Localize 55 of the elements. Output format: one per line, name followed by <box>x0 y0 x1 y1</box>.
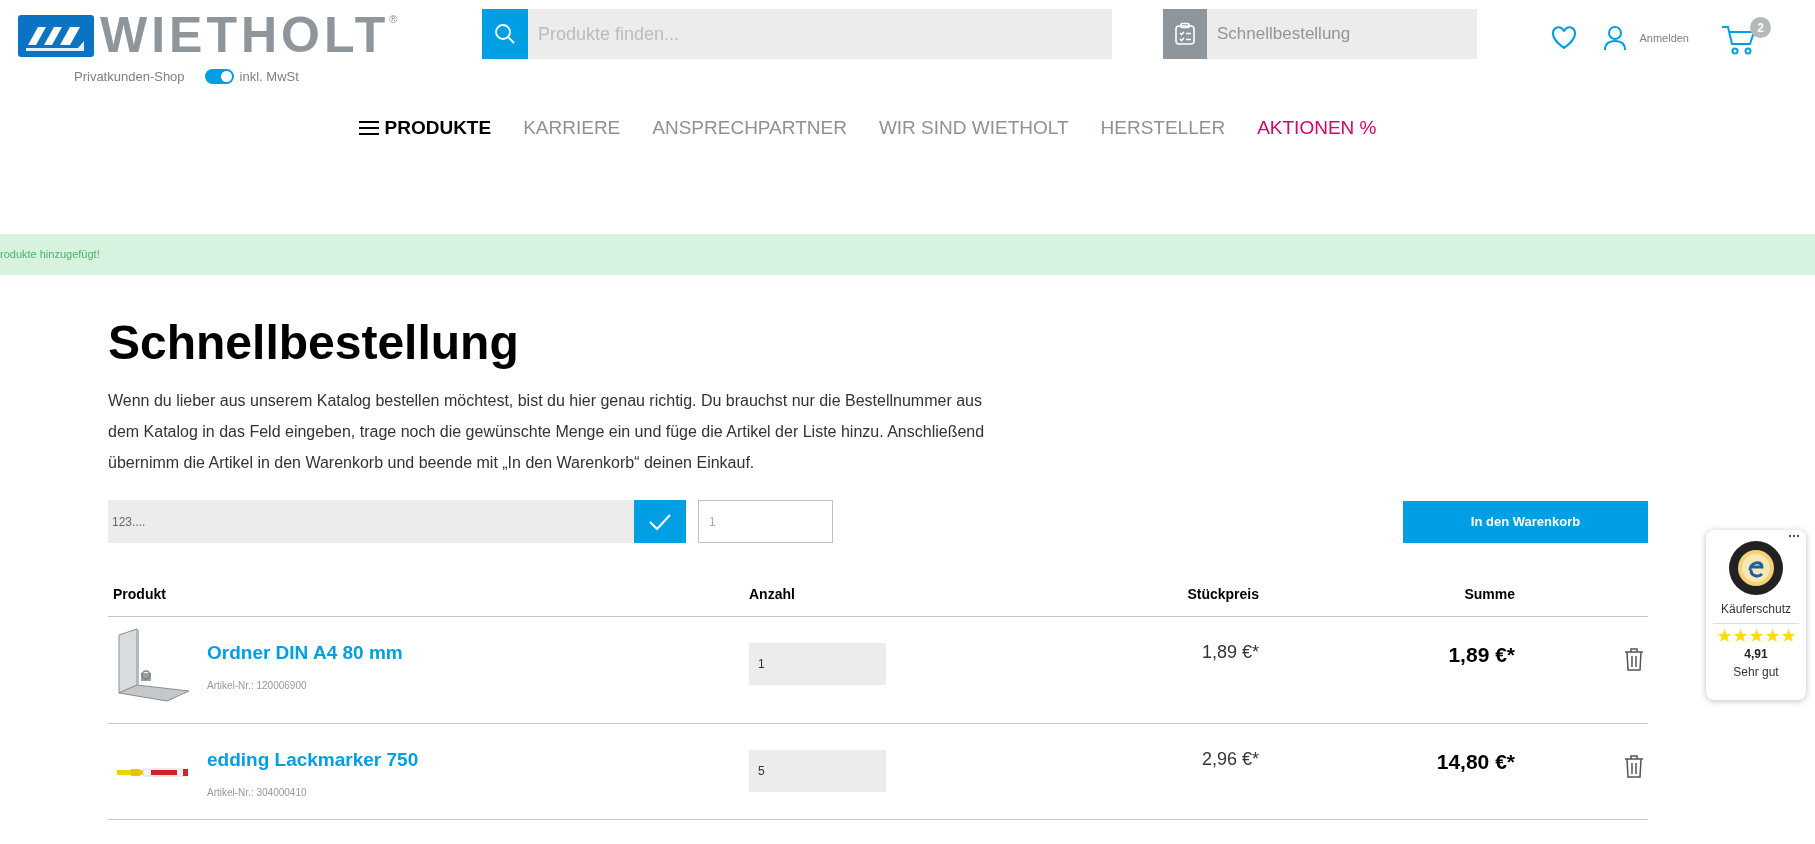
star-icon <box>1780 628 1796 643</box>
star-icon <box>1764 628 1780 643</box>
nav-link[interactable]: WIR SIND WIETHOLT <box>878 113 1069 143</box>
add-button[interactable] <box>634 500 686 543</box>
trash-icon[interactable] <box>1624 647 1644 671</box>
heart-icon[interactable] <box>1551 26 1578 50</box>
more-icon[interactable] <box>1788 534 1800 538</box>
line-total: 14,80 €* <box>1436 750 1515 773</box>
intro-text: Wenn du lieber aus unserem Katalog bestellen möchtest, bist du hier genau richtig. Du brauchst nur die Bestellnummer aus dem Katalog in das Feld eingeben, trage noch die gewünschte Menge ein und füge die Artikel der Liste hinzu. Anschließend übernimm die Artikel in den Warenkorb und beende mit „In den Warenkorb“ deinen Einkauf. <box>108 391 986 473</box>
column-header: Anzahl <box>749 586 795 602</box>
success-notice: rodukte hinzugefügt! <box>0 234 1815 275</box>
nav-link[interactable]: ANSPRECHPARTNER <box>652 113 847 143</box>
cart-count-badge: 2 <box>1750 17 1771 38</box>
nav-link[interactable]: HERSTELLER <box>1100 113 1226 143</box>
line-total: 1,89 €* <box>1448 643 1515 666</box>
login-link[interactable]: Anmelden <box>1639 29 1689 47</box>
product-name-link[interactable]: Ordner DIN A4 80 mm <box>207 639 403 668</box>
product-name-link[interactable]: edding Lackmarker 750 <box>207 746 419 775</box>
vat-label: inkl. MwSt <box>239 68 299 86</box>
add-to-cart-button[interactable]: In den Warenkorb <box>1403 500 1648 543</box>
nav-link[interactable]: AKTIONEN % <box>1257 113 1377 143</box>
nav-link[interactable]: PRODUKTE <box>358 113 492 143</box>
rating-value: 4,91 <box>1744 646 1768 663</box>
logo-icon <box>18 15 94 57</box>
column-header: Stückpreis <box>1187 586 1259 602</box>
nav-link[interactable]: KARRIERE <box>523 113 621 143</box>
search-icon <box>493 22 517 46</box>
column-header: Summe <box>1464 586 1515 602</box>
star-icon <box>1748 628 1764 643</box>
unit-price: 1,89 €* <box>1201 642 1259 662</box>
seal-icon <box>1728 540 1784 596</box>
page-title: Schnellbestellung <box>108 315 520 371</box>
shop-label: Privatkunden-Shop <box>74 68 185 86</box>
column-header: Produkt <box>113 586 166 602</box>
star-icon <box>1716 628 1732 643</box>
buyer-protection-label: Käuferschutz <box>1713 600 1799 624</box>
user-icon[interactable] <box>1603 25 1628 51</box>
menu-icon <box>358 120 379 136</box>
quantity-field[interactable]: 1 <box>698 500 833 543</box>
article-number: Artikel-Nr.: 120006900 <box>207 678 308 693</box>
article-number: Artikel-Nr.: 304000410 <box>207 785 308 800</box>
quick-order-field[interactable]: Schnellbestellung <box>1207 9 1477 59</box>
registered-mark: ® <box>389 12 398 25</box>
quantity-input[interactable]: 1 <box>749 643 886 685</box>
unit-price: 2,96 €* <box>1201 749 1259 769</box>
clipboard-icon <box>1174 22 1196 46</box>
article-number-field[interactable]: 123.... <box>108 500 634 543</box>
trash-icon[interactable] <box>1624 754 1644 778</box>
cart-icon[interactable] <box>1721 25 1757 55</box>
vat-toggle[interactable] <box>204 69 234 85</box>
star-icon <box>1732 628 1748 643</box>
logo-text: WIETHOLT <box>100 9 390 61</box>
rating-verdict: Sehr gut <box>1733 664 1779 681</box>
quantity-input[interactable]: 5 <box>749 750 886 792</box>
check-icon <box>648 512 672 531</box>
